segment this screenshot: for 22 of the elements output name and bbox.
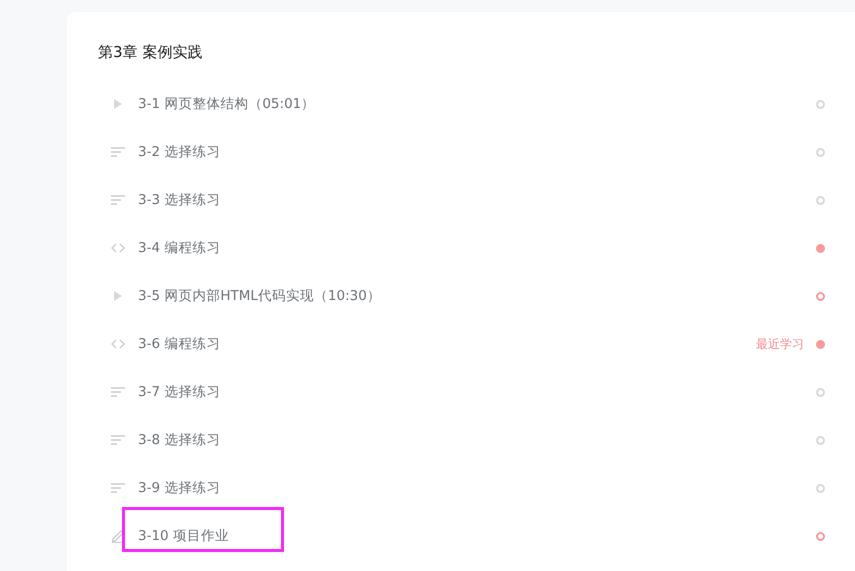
lesson-link[interactable]: 3-4 编程练习 (138, 239, 220, 257)
lines-icon (111, 387, 125, 397)
lesson-link[interactable]: 3-2 选择练习 (138, 143, 220, 161)
lesson-link[interactable]: 3-5 网页内部HTML代码实现（10:30） (138, 287, 381, 305)
code-icon (111, 339, 125, 349)
pencil-icon (111, 529, 125, 543)
lesson-link[interactable]: 3-1 网页整体结构（05:01） (138, 95, 316, 113)
lines-icon (111, 435, 125, 445)
chapter-title: 第3章 案例实践 (98, 42, 204, 63)
lines-icon (111, 195, 125, 205)
lesson-link[interactable]: 3-10 项目作业 (138, 527, 229, 545)
recent-label: 最近学习 (756, 336, 804, 352)
code-icon (111, 243, 125, 253)
play-icon (114, 99, 122, 109)
lesson-link[interactable]: 3-9 选择练习 (138, 479, 220, 497)
lines-icon (111, 483, 125, 493)
lesson-link[interactable]: 3-7 选择练习 (138, 383, 220, 401)
lesson-link[interactable]: 3-8 选择练习 (138, 431, 220, 449)
lesson-link[interactable]: 3-3 选择练习 (138, 191, 220, 209)
lines-icon (111, 147, 125, 157)
lesson-link[interactable]: 3-6 编程练习 (138, 335, 220, 353)
play-icon (114, 291, 122, 301)
